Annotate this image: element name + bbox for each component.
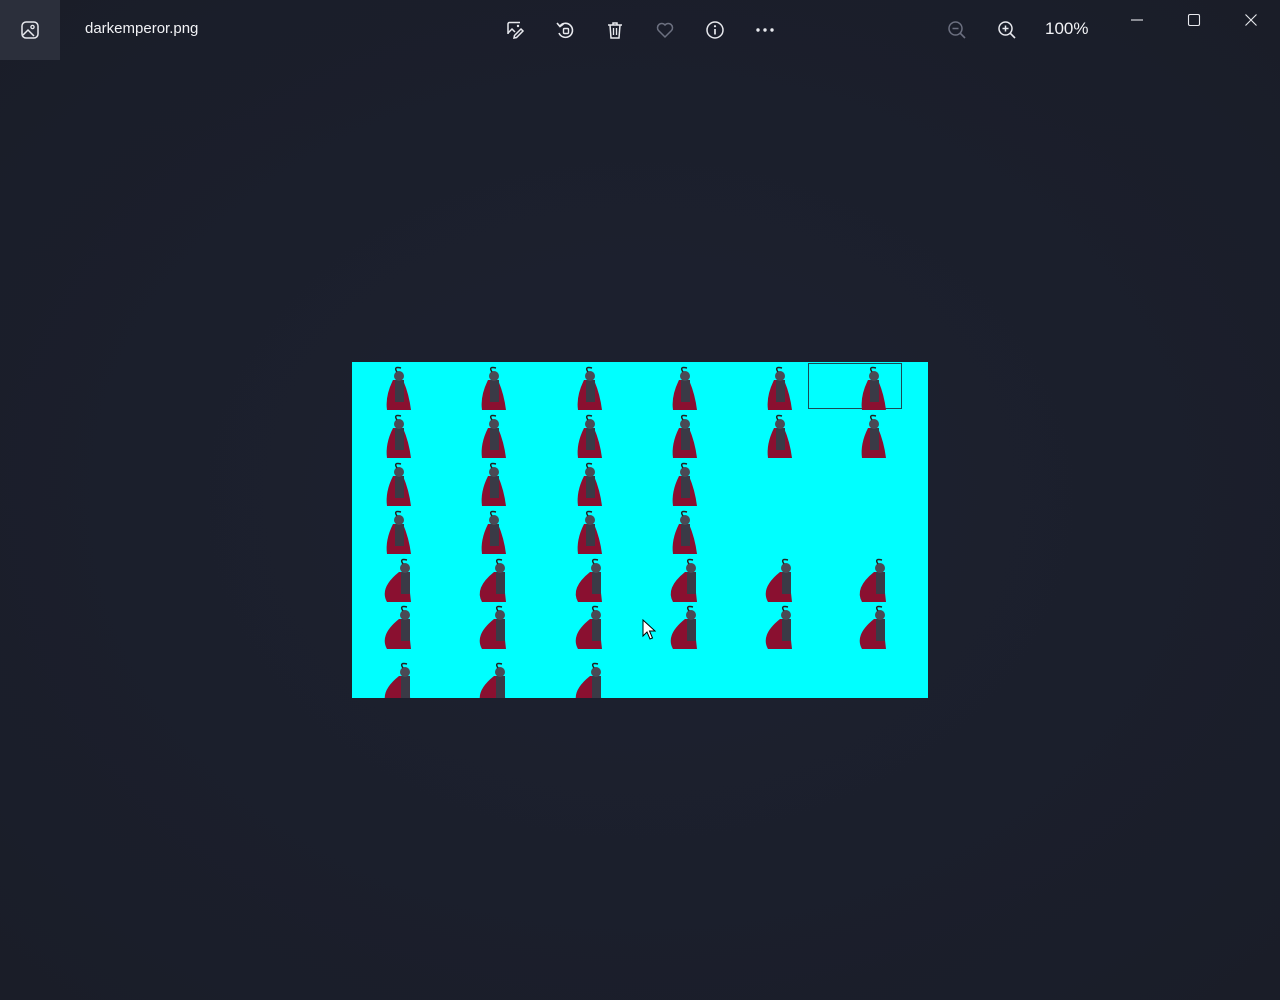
sprite-frame [481, 510, 506, 554]
sprite-frame [765, 605, 792, 649]
sprite-frame [575, 605, 602, 649]
zoom-out-icon [948, 21, 966, 39]
title-bar: darkemperor.png 100% [0, 0, 1280, 60]
heart-icon [656, 22, 674, 39]
sprite-frame [479, 605, 506, 649]
edit-image-icon [507, 21, 525, 39]
file-name: darkemperor.png [85, 20, 199, 37]
sprite-frame [767, 366, 792, 410]
sprite-frame [670, 605, 697, 649]
sprite-frame [575, 662, 602, 698]
sprite-frame [861, 414, 886, 458]
sprite-frame [861, 366, 886, 410]
sprite-frame [577, 414, 602, 458]
close-button[interactable] [1236, 6, 1266, 34]
sprite-frame [386, 510, 411, 554]
sprite-frame [577, 462, 602, 506]
sprite-frame [859, 605, 886, 649]
maximize-button[interactable] [1179, 6, 1209, 34]
delete-button[interactable] [600, 15, 630, 45]
sprite-frame [672, 510, 697, 554]
minimize-icon [1131, 19, 1143, 21]
sprite-frame [672, 462, 697, 506]
mouse-cursor-icon [642, 618, 657, 646]
minimize-button[interactable] [1122, 6, 1152, 34]
image-canvas[interactable] [352, 362, 928, 698]
more-options-button[interactable] [750, 15, 780, 45]
sprite-frame [767, 414, 792, 458]
sprite-frame [575, 558, 602, 602]
info-button[interactable] [700, 15, 730, 45]
sprite-frame [384, 662, 411, 698]
sprite-frame [577, 510, 602, 554]
zoom-level[interactable]: 100% [1045, 19, 1088, 39]
sprite-frame [670, 558, 697, 602]
sprite-frame [479, 558, 506, 602]
rotate-button[interactable] [550, 15, 580, 45]
sprite-frame [481, 462, 506, 506]
sprite-frame [384, 605, 411, 649]
sprite-frame [577, 366, 602, 410]
sprite-frame [386, 462, 411, 506]
sprite-frame [386, 414, 411, 458]
sprite-frame [481, 414, 506, 458]
sprite-frame [386, 366, 411, 410]
sprite-frame [672, 366, 697, 410]
sprite-frame [765, 558, 792, 602]
rotate-icon [556, 22, 574, 39]
sprite-frame [859, 558, 886, 602]
edit-image-button[interactable] [500, 15, 530, 45]
trash-icon [608, 22, 622, 39]
info-icon [706, 21, 724, 39]
sprite-frame [384, 558, 411, 602]
close-icon [1245, 14, 1257, 26]
sprite-frame [672, 414, 697, 458]
maximize-icon [1187, 13, 1201, 27]
zoom-in-button[interactable] [992, 15, 1022, 45]
zoom-out-button[interactable] [942, 15, 972, 45]
favorite-button[interactable] [650, 15, 680, 45]
zoom-in-icon [998, 21, 1016, 39]
sprite-frame [479, 662, 506, 698]
sprite-frame [481, 366, 506, 410]
more-icon [756, 28, 774, 32]
photo-app-icon[interactable] [0, 0, 60, 60]
